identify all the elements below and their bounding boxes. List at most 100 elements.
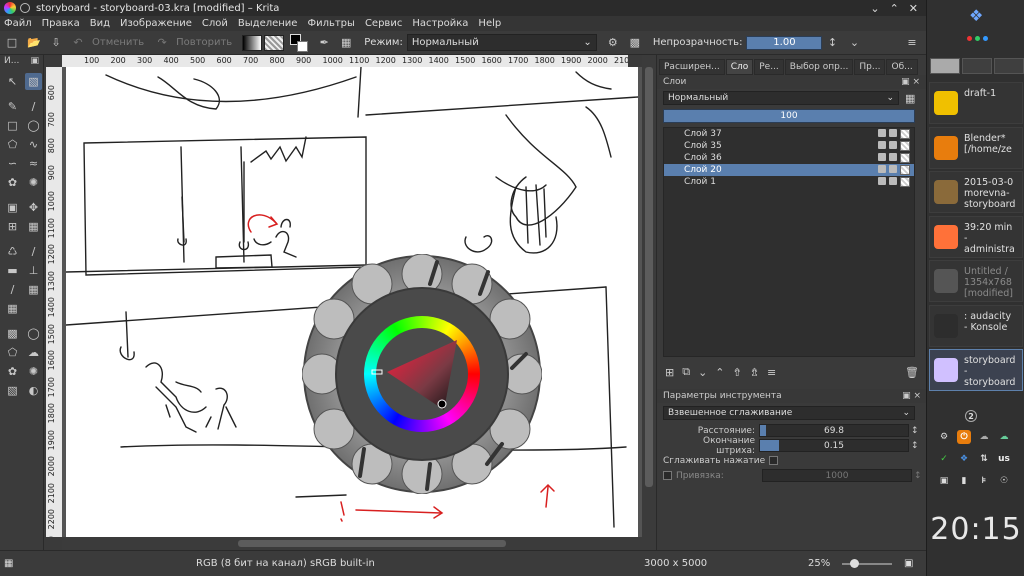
gradient-tool-icon[interactable]: ▦ [25, 218, 42, 235]
text-tool-icon[interactable]: ▧ [25, 73, 42, 90]
chevron-down-icon[interactable]: ⌄ [846, 35, 862, 51]
assistant-tool-icon[interactable]: ▬ [4, 262, 21, 279]
brush-preset-icon[interactable]: ✒ [316, 35, 332, 51]
menu-layer[interactable]: Слой [202, 18, 228, 29]
desktop-3[interactable] [994, 58, 1024, 74]
rectangle-tool-icon[interactable]: □ [4, 117, 21, 134]
status-settings-icon[interactable]: ▦ [4, 558, 13, 569]
update-icon[interactable]: ✓ [937, 452, 951, 466]
freehand-path-icon[interactable]: ≈ [25, 155, 42, 172]
popup-palette[interactable] [301, 253, 543, 495]
menu-edit[interactable]: Правка [42, 18, 80, 29]
network-icon[interactable]: ⇅ [977, 452, 991, 466]
move-tool-icon[interactable]: ✥ [25, 199, 42, 216]
power-icon[interactable]: ⏻ [957, 430, 971, 444]
undo-icon[interactable]: ↶ [70, 35, 86, 51]
color-picker-icon[interactable]: ∕ [25, 243, 42, 260]
taskbar-task[interactable]: 39:20 min - administra [929, 215, 1023, 258]
fg-bg-color-selector[interactable] [290, 33, 309, 52]
rect-select-icon[interactable]: ▩ [4, 325, 21, 342]
layer-row[interactable]: Слой 37 [664, 128, 914, 140]
horizontal-scroll-thumb[interactable] [238, 540, 506, 547]
duplicate-layer-icon[interactable]: ⧉ [682, 365, 690, 379]
line-tool-icon[interactable]: ∕ [25, 98, 42, 115]
taskbar-task[interactable]: storyboard - storyboard [929, 349, 1023, 391]
tab-layers[interactable]: Сло [725, 59, 754, 75]
smooth-pressure-checkbox[interactable] [769, 456, 779, 465]
taskbar-task[interactable]: 2015-03-0 morevna- storyboard [929, 171, 1023, 213]
brush-editor-icon[interactable]: ▦ [338, 35, 354, 51]
taskbar-task[interactable]: draft-1 [929, 82, 1023, 124]
lock-icon[interactable] [889, 141, 897, 149]
taskbar-task[interactable]: : audacity - Konsole [929, 304, 1023, 347]
menu-file[interactable]: Файл [4, 18, 32, 29]
close-button[interactable]: ✕ [909, 2, 918, 15]
snap-slider[interactable]: 1000 [762, 469, 912, 482]
settings-gear-icon[interactable]: ⚙ [937, 430, 951, 444]
freehand-select-icon[interactable]: ☁ [25, 344, 42, 361]
notification-badge[interactable]: 2 [965, 410, 977, 422]
perspective-grid-icon[interactable]: ▦ [4, 300, 21, 317]
delete-layer-icon[interactable]: 🗑 [905, 366, 921, 379]
cloud-icon[interactable]: ☁ [977, 430, 991, 444]
bezier-tool-icon[interactable]: ∽ [4, 155, 21, 172]
multibrush-icon[interactable]: ✺ [25, 174, 42, 191]
dock-float-icon[interactable]: ▣ [30, 56, 39, 68]
redo-icon[interactable]: ↷ [154, 35, 170, 51]
zoom-level[interactable]: 25% [808, 558, 830, 569]
activity-dots[interactable] [967, 36, 988, 41]
tab-preset-selector[interactable]: Выбор опр... [784, 59, 854, 75]
snap-checkbox[interactable] [663, 471, 672, 480]
spin-icon[interactable]: ↕ [914, 471, 922, 481]
blend-mode-select[interactable]: Нормальный ⌄ [406, 34, 597, 51]
tab-preset-history[interactable]: Пр... [854, 59, 886, 75]
layer-row[interactable]: Слой 1 [664, 176, 914, 188]
opacity-slider[interactable]: 1.00 [746, 35, 823, 50]
similar-select-icon[interactable]: ✺ [25, 363, 42, 380]
menu-select[interactable]: Выделение [238, 18, 298, 29]
visibility-icon[interactable] [878, 177, 886, 185]
eraser-mode-icon[interactable]: ⚙ [605, 35, 621, 51]
minimize-button[interactable]: ⌄ [870, 2, 879, 15]
fill-tool-icon[interactable]: ♺ [4, 243, 21, 260]
lock-icon[interactable] [889, 153, 897, 161]
dropbox-icon[interactable]: ❖ [957, 452, 971, 466]
add-layer-icon[interactable]: ⊞ [665, 366, 674, 379]
visibility-icon[interactable] [878, 129, 886, 137]
pan-tool-icon[interactable]: ∕ [4, 281, 21, 298]
magnetic-select-icon[interactable]: ◐ [25, 382, 42, 399]
dynamic-brush-icon[interactable]: ✿ [4, 174, 21, 191]
flatten-layer-icon[interactable]: ⇮ [733, 366, 742, 379]
tab-reference[interactable]: Ре... [754, 59, 784, 75]
usb-device-icon[interactable]: ⊧ [977, 474, 991, 488]
kde-logo-icon[interactable]: ❖ [969, 6, 983, 25]
tab-advanced-color[interactable]: Расширен... [659, 59, 725, 75]
menu-settings[interactable]: Настройка [412, 18, 468, 29]
preserve-alpha-icon[interactable]: ▩ [627, 35, 643, 51]
menu-tools[interactable]: Сервис [365, 18, 402, 29]
krita-app-icon[interactable] [4, 2, 16, 14]
menu-help[interactable]: Help [478, 18, 501, 29]
distance-slider[interactable]: 69.8 [759, 424, 909, 437]
vertical-scroll-thumb[interactable] [645, 67, 653, 487]
toolbar-more-icon[interactable]: ≡ [904, 35, 920, 51]
select-shapes-icon[interactable]: ↖ [4, 73, 21, 90]
visibility-icon[interactable] [878, 153, 886, 161]
pin-icon[interactable] [20, 3, 30, 13]
layer-row-selected[interactable]: Слой 20 [664, 164, 914, 176]
calligraphy-icon[interactable]: ✎ [4, 98, 21, 115]
layer-opacity-slider[interactable]: 100 [663, 109, 915, 123]
maximize-button[interactable]: ⌃ [890, 2, 899, 15]
visibility-icon[interactable] [878, 165, 886, 173]
desktop-1[interactable] [930, 58, 960, 74]
keyboard-layout[interactable]: us [997, 452, 1011, 466]
ellipse-select-icon[interactable]: ◯ [25, 325, 42, 342]
contiguous-select-icon[interactable]: ✿ [4, 363, 21, 380]
taskbar-task[interactable]: Blender* [/home/ze [929, 126, 1023, 169]
lock-icon[interactable] [889, 129, 897, 137]
vertical-scrollbar[interactable] [642, 55, 656, 550]
fit-to-view-icon[interactable]: ▣ [904, 558, 913, 569]
gradient-selector[interactable] [242, 34, 263, 51]
bezier-select-icon[interactable]: ▧ [4, 382, 21, 399]
polygon-select-icon[interactable]: ⬠ [4, 344, 21, 361]
